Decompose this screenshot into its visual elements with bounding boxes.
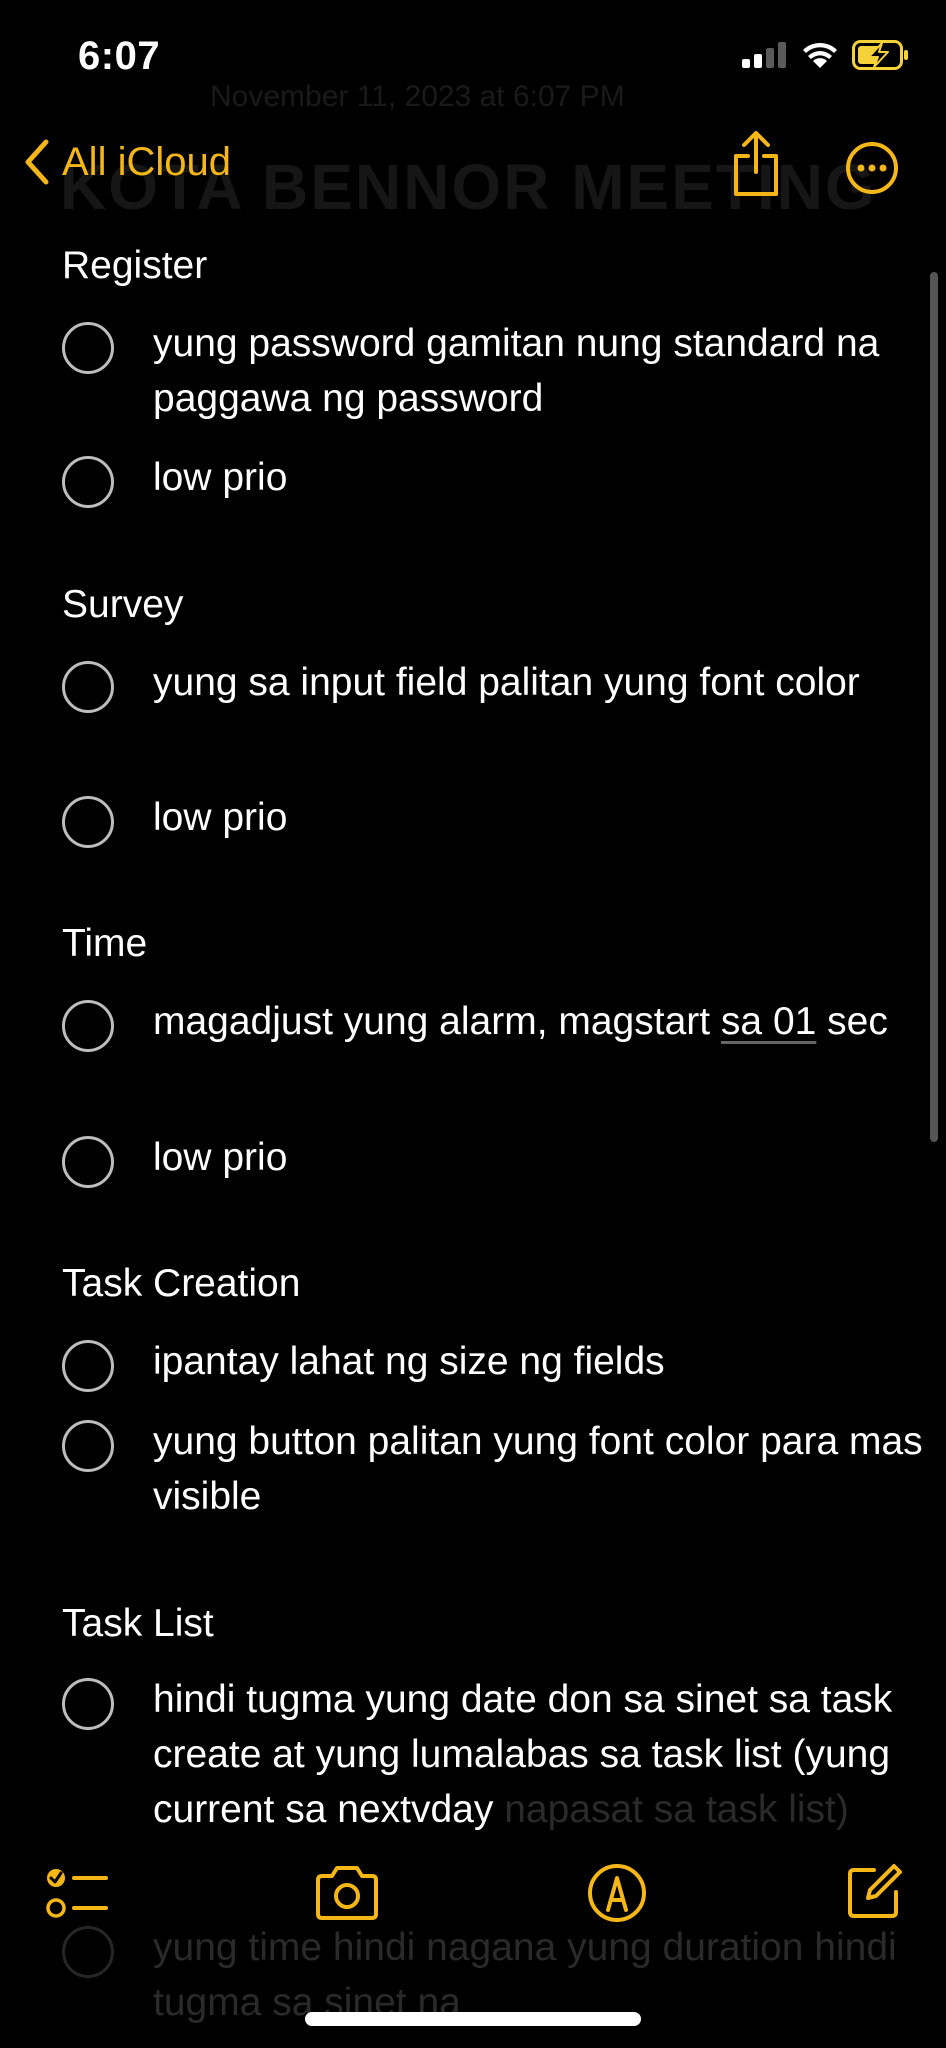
- note-date-faded: November 11, 2023 at 6:07 PM: [210, 80, 625, 113]
- notes-screen: 6:07 November 11, 2023 at 6:07 PM KOTA B…: [0, 0, 946, 2048]
- checklist-button[interactable]: [44, 1860, 110, 1931]
- section-title: Time: [62, 922, 148, 965]
- checklist-item-text[interactable]: magadjust yung alarm, magstart sa 01 sec: [153, 994, 933, 1049]
- status-time: 6:07: [78, 34, 161, 78]
- chevron-left-icon: [25, 139, 49, 185]
- checkbox[interactable]: [62, 1340, 114, 1392]
- ellipsis-circle-icon: [846, 142, 898, 194]
- text-segment-faded: napasat sa task list): [504, 1788, 849, 1831]
- more-options-button[interactable]: [845, 141, 899, 195]
- compose-icon: [848, 1864, 902, 1918]
- checkbox[interactable]: [62, 456, 114, 508]
- checklist-item-text[interactable]: yung password gamitan nung standard na p…: [153, 316, 933, 426]
- checklist-icon: [46, 1869, 108, 1918]
- checkbox[interactable]: [62, 796, 114, 848]
- checklist-item-text[interactable]: ipantay lahat ng size ng fields: [153, 1334, 933, 1389]
- checklist-item-text[interactable]: low prio: [153, 1130, 933, 1185]
- text-segment: sec: [816, 1000, 888, 1043]
- cellular-signal-icon: [742, 42, 786, 68]
- checkbox[interactable]: [62, 1136, 114, 1188]
- scrollbar[interactable]: [930, 272, 938, 1142]
- checkbox[interactable]: [62, 322, 114, 374]
- section-title: Register: [62, 244, 208, 287]
- checklist-item-text[interactable]: low prio: [153, 790, 933, 845]
- wifi-icon: [803, 42, 837, 68]
- back-label: All iCloud: [62, 139, 231, 184]
- checklist-item-text[interactable]: low prio: [153, 450, 933, 505]
- home-indicator[interactable]: [305, 2012, 641, 2026]
- status-icons: [742, 40, 910, 70]
- markup-icon: [588, 1864, 646, 1922]
- section-title: Task List: [62, 1602, 214, 1645]
- back-button[interactable]: All iCloud: [20, 138, 231, 186]
- checkbox[interactable]: [62, 1420, 114, 1472]
- text-segment: magadjust yung alarm, magstart: [153, 1000, 721, 1043]
- checkbox[interactable]: [62, 1678, 114, 1730]
- battery-charging-icon: [852, 40, 908, 70]
- share-icon: [734, 131, 778, 196]
- section-title: Task Creation: [62, 1262, 301, 1305]
- checklist-item-text[interactable]: yung sa input field palitan yung font co…: [153, 655, 933, 710]
- checkbox[interactable]: [62, 1000, 114, 1052]
- section-title: Survey: [62, 583, 184, 626]
- checkbox[interactable]: [62, 661, 114, 713]
- markup-button[interactable]: [584, 1860, 650, 1931]
- compose-button[interactable]: [844, 1860, 906, 1927]
- checklist-item-text[interactable]: yung button palitan yung font color para…: [153, 1414, 933, 1524]
- bottom-toolbar: [0, 1860, 946, 1960]
- camera-icon: [316, 1866, 378, 1920]
- share-button[interactable]: [730, 130, 782, 200]
- checklist-item-text[interactable]: hindi tugma yung date don sa sinet sa ta…: [153, 1672, 933, 1837]
- camera-button[interactable]: [312, 1860, 382, 1931]
- detected-data-link[interactable]: sa 01: [721, 1000, 816, 1043]
